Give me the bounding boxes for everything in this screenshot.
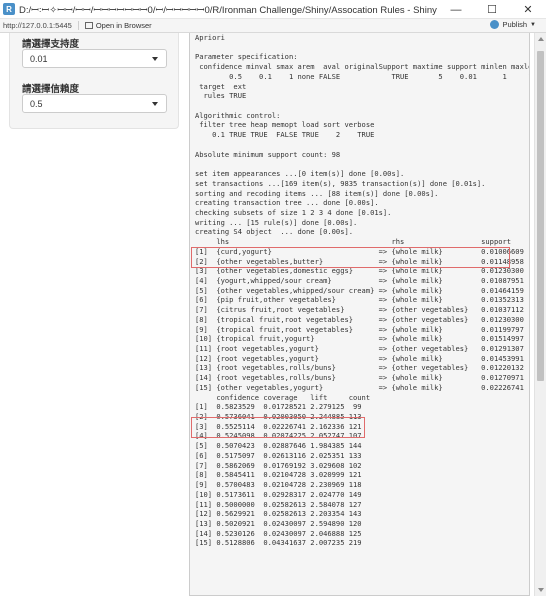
app-content: 請選擇支持度 0.01 請選擇信賴度 0.5 Apriori Parameter … (0, 33, 546, 596)
output-line: [13] 0.5020921 0.02430097 2.594890 120 (195, 518, 362, 528)
output-line: checking subsets of size 1 2 3 4 done [0… (195, 207, 392, 217)
chevron-down-icon (152, 102, 158, 106)
output-line: [5] 0.5070423 0.02887646 1.984385 144 (195, 441, 362, 451)
window-titlebar: R D:/ꟷ꞉ꟷ✧ꟷꟷ/ꟷꟷ/ꟷꟷꟷꟷꟷꟷꟷ0/ꟷ/ꟷꟷꟷꟷꟷ0/R/Ironm… (0, 0, 546, 19)
rules-output: Apriori Parameter specification: confiden… (189, 33, 530, 596)
scroll-up-arrow-icon[interactable] (538, 37, 544, 41)
output-line: [9] {tropical fruit,root vegetables} => … (195, 324, 524, 334)
confidence-select-value: 0.5 (30, 99, 43, 109)
output-line: [7] 0.5862069 0.01769192 3.029608 102 (195, 460, 362, 470)
output-line: Algorithmic control: (195, 110, 281, 120)
output-line: 0.5 0.1 1 none FALSE TRUE 5 0.01 1 10 (195, 71, 530, 81)
close-button[interactable]: ✕ (510, 0, 546, 19)
output-line: [11] {root vegetables,yogurt} => {other … (195, 344, 524, 353)
r-app-icon: R (3, 3, 15, 15)
output-line: confidence coverage lift count (195, 392, 371, 402)
publish-icon (490, 20, 500, 29)
output-line: lhs rhs support (195, 237, 512, 247)
output-line: sorting and recoding items ... [88 item(… (195, 188, 439, 198)
toolbar-divider (77, 21, 79, 30)
output-line: [7] {citrus fruit,root vegetables} => {o… (195, 305, 524, 315)
output-line: creating S4 object ... done [0.00s]. (195, 227, 354, 237)
output-line: [6] 0.5175097 0.02613116 2.025351 133 (195, 450, 362, 460)
output-line: [1] 0.5823529 0.01728521 2.279125 99 (195, 402, 362, 412)
scroll-down-arrow-icon[interactable] (538, 588, 544, 592)
output-line: [14] {root vegetables,rolls/buns} => {wh… (195, 373, 524, 383)
output-line: [4] {yogurt,whipped/sour cream} => {whol… (195, 275, 524, 285)
output-line: [6] {pip fruit,other vegetables} => {who… (195, 295, 524, 305)
output-line: [11] 0.5000000 0.02582613 2.584078 127 (195, 499, 362, 509)
maximize-button[interactable]: ☐ (474, 0, 510, 19)
sidebar-panel: 請選擇支持度 0.01 請選擇信賴度 0.5 (9, 33, 179, 129)
scrollbar-thumb[interactable] (537, 51, 544, 381)
viewer-toolbar: http://127.0.0.1:5445 Open in Browser Pu… (0, 19, 546, 33)
output-line: [8] 0.5845411 0.02104728 3.020999 121 (195, 470, 362, 480)
output-line: [9] 0.5700483 0.02104728 2.230969 118 (195, 480, 362, 490)
output-line: [8] {tropical fruit,root vegetables} => … (195, 314, 524, 324)
output-line: writing ... [15 rule(s)] done [0.00s]. (195, 217, 358, 227)
output-line: [12] {root vegetables,yogurt} => {whole … (195, 353, 524, 363)
support-select-value: 0.01 (30, 54, 48, 64)
output-line: Parameter specification: (195, 52, 298, 62)
output-line: [12] 0.5629921 0.02582613 2.203354 143 (195, 509, 362, 519)
highlight-box-support (191, 247, 510, 268)
output-line: [15] {other vegetables,yogurt} => {whole… (195, 382, 524, 392)
chevron-down-icon: ▼ (530, 21, 536, 28)
open-in-browser-label: Open in Browser (95, 21, 152, 30)
highlight-box-count (191, 417, 365, 438)
output-line: Apriori (195, 33, 225, 42)
output-line: [14] 0.5230126 0.02430097 2.046888 125 (195, 528, 362, 538)
output-line: creating transaction tree ... done [0.00… (195, 198, 379, 208)
vertical-scrollbar[interactable] (534, 33, 546, 596)
minimize-button[interactable]: — (438, 0, 474, 19)
output-line: [10] 0.5173611 0.02928317 2.024770 149 (195, 489, 362, 499)
output-line: [13] {root vegetables,rolls/buns} => {ot… (195, 363, 524, 373)
output-line: target ext (195, 81, 247, 91)
output-line: confidence minval smax arem aval origina… (195, 62, 530, 72)
publish-label: Publish (502, 20, 528, 29)
verbatim-text-output: Apriori Parameter specification: confiden… (195, 33, 530, 548)
window-title: D:/ꟷ꞉ꟷ✧ꟷꟷ/ꟷꟷ/ꟷꟷꟷꟷꟷꟷꟷ0/ꟷ/ꟷꟷꟷꟷꟷ0/R/Ironman… (19, 4, 437, 16)
open-in-browser-button[interactable]: Open in Browser (84, 21, 152, 30)
output-line: Absolute minimum support count: 98 (195, 149, 341, 159)
support-label: 請選擇支持度 (22, 39, 80, 50)
output-line: [15] 0.5128806 0.04341637 2.007235 219 (195, 538, 362, 548)
output-line: [10] {tropical fruit,yogurt} => {whole m… (195, 334, 524, 344)
output-line: rules TRUE (195, 91, 247, 101)
chevron-down-icon (152, 57, 158, 61)
publish-button[interactable]: Publish ▼ (490, 20, 536, 29)
confidence-label: 請選擇信賴度 (22, 84, 80, 95)
output-line: filter tree heap memopt load sort verbos… (195, 120, 375, 130)
output-line: 0.1 TRUE TRUE FALSE TRUE 2 TRUE (195, 130, 375, 140)
output-line: set transactions ...[169 item(s), 9835 t… (195, 178, 486, 188)
output-line: set item appearances ...[0 item(s)] done… (195, 169, 405, 179)
window-controls: — ☐ ✕ (438, 0, 546, 19)
browser-window-icon (84, 22, 93, 29)
url-text[interactable]: http://127.0.0.1:5445 (3, 21, 72, 30)
support-select[interactable]: 0.01 (22, 49, 167, 68)
output-line: [5] {other vegetables,whipped/sour cream… (195, 285, 524, 295)
confidence-select[interactable]: 0.5 (22, 94, 167, 113)
